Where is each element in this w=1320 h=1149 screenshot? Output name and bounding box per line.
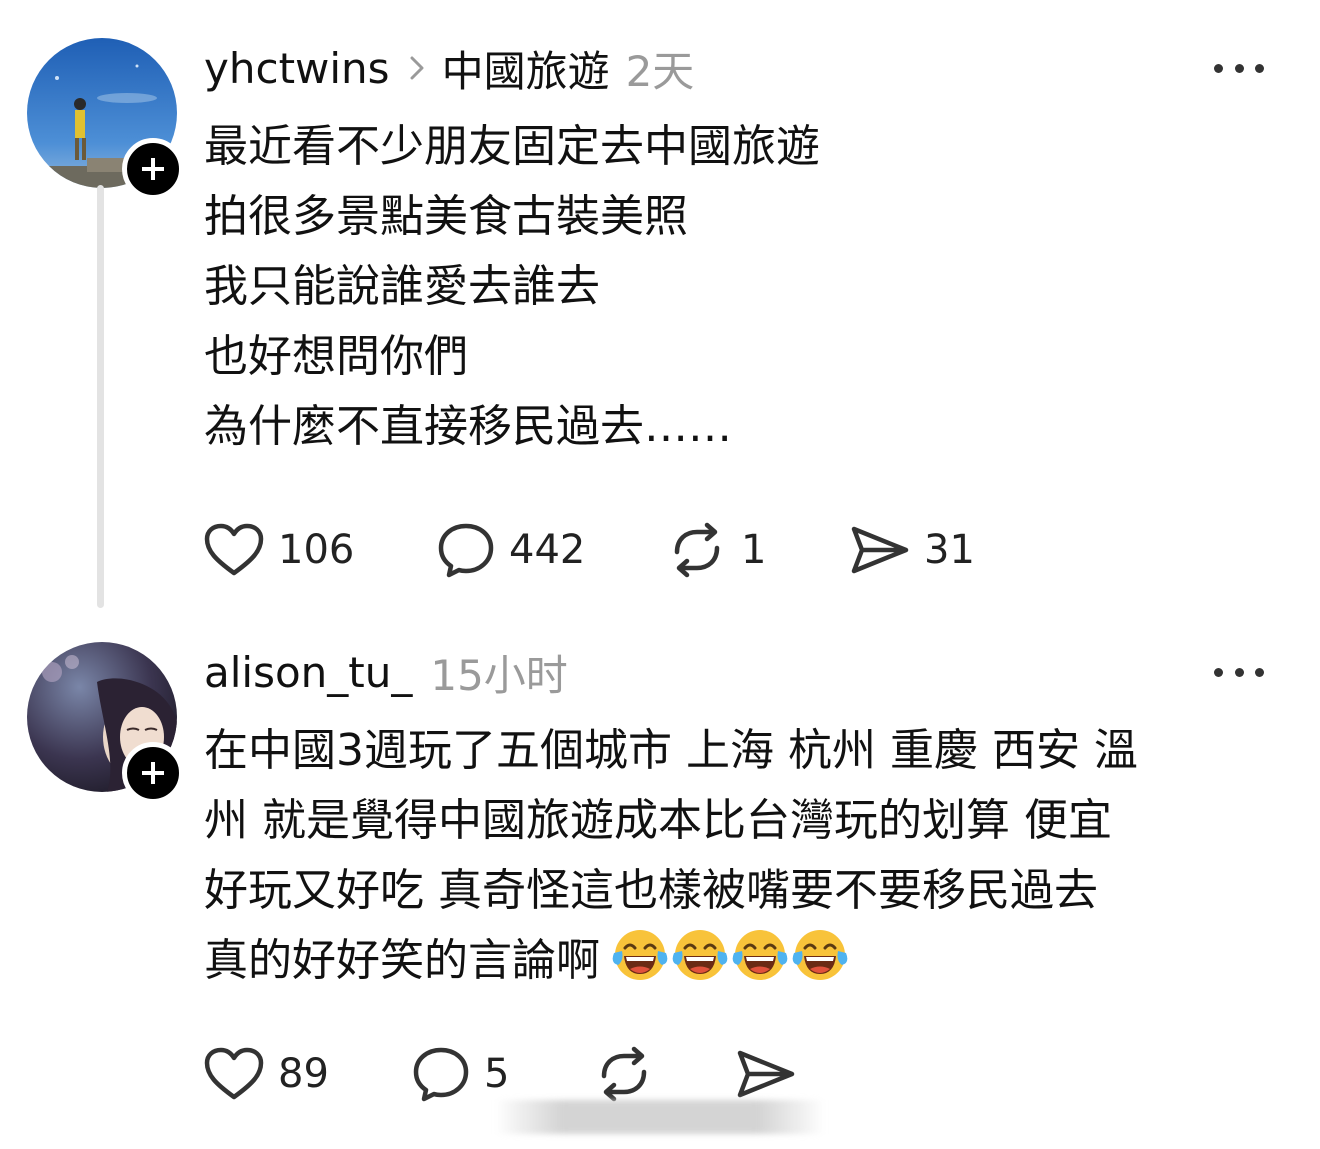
- like-count: 106: [278, 527, 355, 573]
- share-button[interactable]: [736, 1044, 796, 1104]
- more-dot-icon: [1214, 667, 1223, 677]
- post-body-line: 拍很多景點美食古裝美照: [204, 191, 688, 242]
- more-options-button[interactable]: [1214, 58, 1264, 78]
- chevron-right-icon: [410, 56, 424, 80]
- topic-tag[interactable]: 中國旅遊: [442, 38, 610, 99]
- like-button[interactable]: 89: [204, 1044, 329, 1104]
- heart-icon: [204, 1047, 264, 1100]
- comment-button[interactable]: 442: [437, 520, 585, 580]
- plus-icon: [142, 762, 164, 784]
- comment-count: 442: [509, 527, 586, 573]
- share-button[interactable]: 31: [850, 520, 975, 580]
- username[interactable]: alison_tu_: [204, 648, 412, 697]
- post: yhctwins 中國旅遊 2天 最近看不少朋友固定去中國旅遊 拍很多景點美食古…: [0, 0, 1320, 620]
- avatar-container: [27, 642, 184, 804]
- like-count: 89: [278, 1051, 329, 1097]
- like-button[interactable]: 106: [204, 520, 354, 580]
- post: alison_tu_ 15小时 在中國3週玩了五個城市 上海 杭州 重慶 西安 …: [0, 620, 1320, 1149]
- post-body-line: 我只能說誰愛去誰去: [204, 261, 600, 312]
- more-dot-icon: [1255, 667, 1264, 677]
- follow-plus-button[interactable]: [122, 138, 184, 200]
- thread-line: [97, 185, 104, 608]
- tears-of-joy-emoji-icon: [672, 930, 728, 980]
- post-header: yhctwins 中國旅遊 2天: [204, 38, 694, 98]
- avatar-container: [27, 38, 184, 200]
- post-body-line: 也好想問你們: [204, 331, 468, 382]
- emoji-group: [612, 927, 852, 983]
- username[interactable]: yhctwins: [204, 44, 390, 93]
- share-count: 31: [924, 527, 975, 573]
- repost-button[interactable]: [594, 1044, 654, 1104]
- post-body: 最近看不少朋友固定去中國旅遊 拍很多景點美食古裝美照 我只能說誰愛去誰去 也好想…: [204, 112, 1264, 462]
- post-body-line: 為什麼不直接移民過去……: [204, 401, 732, 452]
- repost-button[interactable]: 1: [667, 520, 766, 580]
- post-time: 2天: [625, 46, 695, 96]
- post-body-text: 真的好好笑的言論啊: [204, 935, 600, 986]
- more-dot-icon: [1214, 63, 1223, 73]
- comment-count: 5: [484, 1051, 510, 1097]
- send-icon: [737, 1050, 795, 1098]
- tears-of-joy-emoji-icon: [612, 930, 668, 980]
- post-body-line: 真的好好笑的言論啊: [204, 926, 1279, 996]
- comment-button[interactable]: 5: [412, 1044, 509, 1104]
- post-body-line: 好玩又好吃 真奇怪這也樣被嘴要不要移民過去: [204, 865, 1098, 916]
- post-body-line: 州 就是覺得中國旅遊成本比台灣玩的划算 便宜: [204, 795, 1112, 846]
- more-dot-icon: [1234, 63, 1244, 73]
- tears-of-joy-emoji-icon: [732, 930, 788, 980]
- follow-plus-button[interactable]: [122, 742, 184, 804]
- comment-bubble-icon: [438, 523, 494, 578]
- more-options-button[interactable]: [1214, 662, 1264, 682]
- post-time: 15小时: [430, 650, 568, 700]
- comment-bubble-icon: [413, 1047, 469, 1102]
- more-dot-icon: [1255, 63, 1264, 73]
- repost-icon: [601, 1046, 647, 1102]
- repost-icon: [674, 522, 720, 578]
- watermark: [495, 1100, 825, 1134]
- post-header: alison_tu_ 15小时: [204, 642, 568, 702]
- plus-icon: [142, 158, 164, 180]
- more-dot-icon: [1234, 667, 1244, 677]
- heart-icon: [204, 523, 264, 576]
- post-body-line: 最近看不少朋友固定去中國旅遊: [204, 121, 820, 172]
- repost-count: 1: [741, 527, 767, 573]
- post-body-line: 在中國3週玩了五個城市 上海 杭州 重慶 西安 溫: [204, 725, 1138, 776]
- post-body: 在中國3週玩了五個城市 上海 杭州 重慶 西安 溫 州 就是覺得中國旅遊成本比台…: [204, 716, 1279, 996]
- tears-of-joy-emoji-icon: [792, 930, 848, 980]
- send-icon: [851, 526, 909, 574]
